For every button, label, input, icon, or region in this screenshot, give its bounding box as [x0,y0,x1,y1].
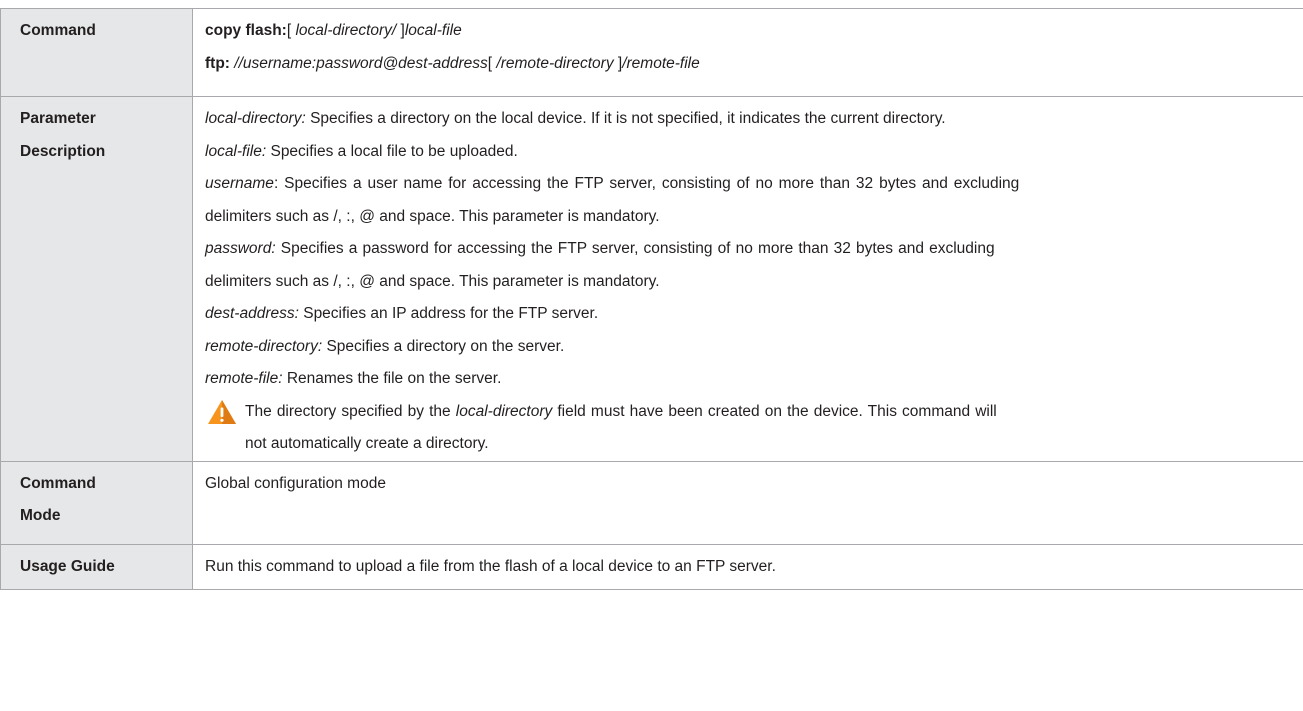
warning-note-line-1: The directory specified by the local-dir… [245,402,997,420]
param-local-directory: local-directory: Specifies a directory o… [205,110,946,127]
usage-guide-label-cell: Usage Guide [0,543,193,590]
command-row: Command copy flash:[ local-directory/ ]l… [0,8,1303,97]
command-reference-table: Command copy flash:[ local-directory/ ]l… [0,8,1303,590]
parameter-row: Parameter Description local-directory: S… [0,96,1303,462]
syntax-arg: //username:password@dest-address [234,54,488,72]
syntax-arg: /remote-directory [496,54,614,72]
command-mode-row: Command Mode Global configuration mode [0,460,1303,545]
usage-guide-label: Usage Guide [20,557,115,575]
syntax-keyword: copy flash: [205,22,287,39]
parameter-label-line-2: Description [20,142,106,160]
usage-guide-text: Run this command to upload a file from t… [205,557,776,575]
syntax-arg: local-file [404,22,462,39]
syntax-bracket: ] [613,54,623,72]
param-password: password: Specifies a password for acces… [205,240,995,257]
command-mode-cell: Global configuration mode [192,460,1303,545]
syntax-keyword: ftp: [205,54,230,72]
command-mode-label-cell: Command Mode [0,460,193,545]
parameter-label-cell: Parameter Description [0,96,193,462]
param-local-file: local-file: Specifies a local file to be… [205,142,518,160]
usage-guide-row: Usage Guide Run this command to upload a… [0,543,1303,590]
param-remote-directory: remote-directory: Specifies a directory … [205,337,565,355]
command-label: Command [20,22,96,39]
command-mode-text: Global configuration mode [205,474,386,492]
command-syntax-line-2: ftp: //username:password@dest-address[ /… [205,48,1303,81]
warning-icon [208,399,236,424]
syntax-arg: local-directory/ [295,22,397,39]
param-password-cont: delimiters such as /, :, @ and space. Th… [205,272,660,290]
param-username-cont: delimiters such as /, :, @ and space. Th… [205,207,660,225]
command-syntax-cell: copy flash:[ local-directory/ ]local-fil… [192,8,1303,97]
command-syntax-line-1: copy flash:[ local-directory/ ]local-fil… [205,15,1303,48]
warning-note: The directory specified by the local-dir… [205,396,1303,461]
syntax-arg: /remote-file [622,54,700,72]
parameter-description-cell: local-directory: Specifies a directory o… [192,96,1303,462]
param-username: username: Specifies a user name for acce… [205,175,1020,192]
param-dest-address: dest-address: Specifies an IP address fo… [205,305,599,322]
usage-guide-cell: Run this command to upload a file from t… [192,543,1303,590]
syntax-bracket: ] [396,22,405,39]
command-label-cell: Command [0,8,193,97]
warning-note-line-2: not automatically create a directory. [245,435,489,452]
parameter-label-line-1: Parameter [20,110,96,127]
command-mode-label-line-1: Command [20,474,96,492]
command-mode-label-line-2: Mode [20,507,61,524]
param-remote-file: remote-file: Renames the file on the ser… [205,370,502,387]
